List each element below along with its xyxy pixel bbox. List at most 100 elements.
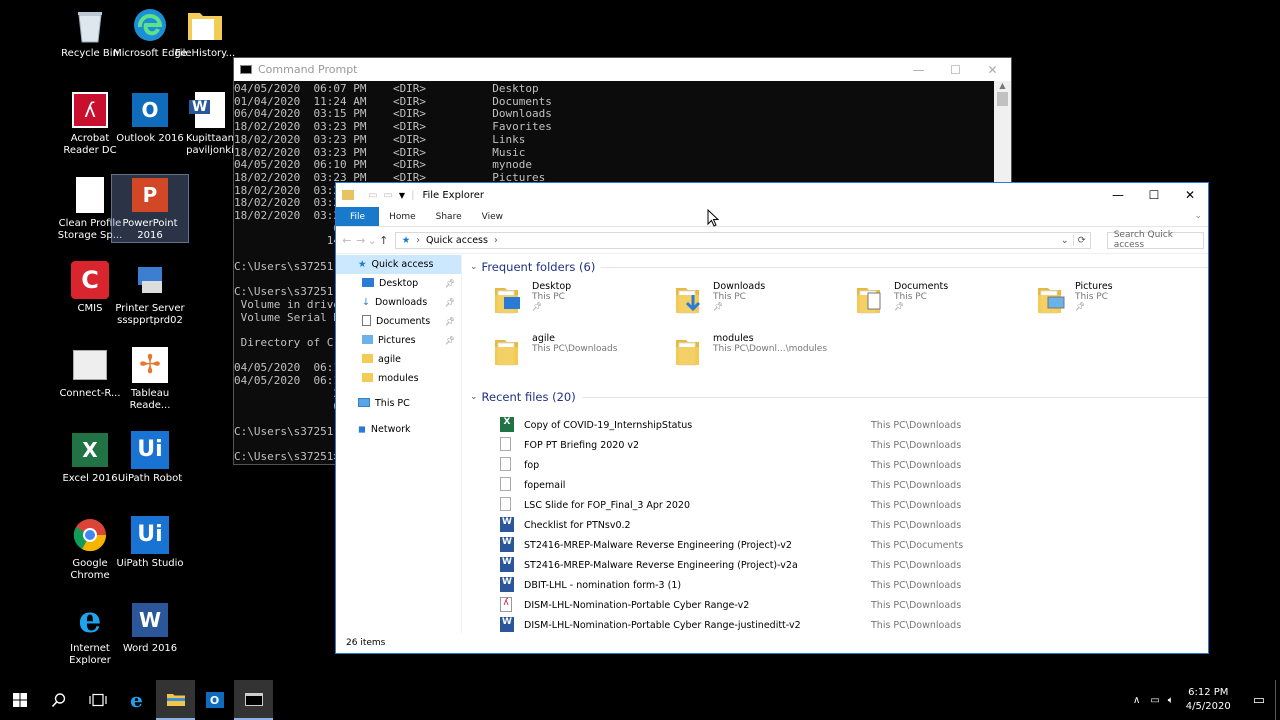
recent-file-row[interactable]: fopemail This PC\Downloads [464, 475, 1208, 495]
minimize-button[interactable]: — [900, 63, 937, 77]
nav-item-modules[interactable]: modules [336, 369, 461, 388]
refresh-icon[interactable]: ⟳ [1072, 234, 1090, 246]
breadcrumb[interactable]: Quick access [426, 235, 488, 246]
modules-icon [362, 372, 373, 385]
recent-file-row[interactable]: fop This PC\Downloads [464, 455, 1208, 475]
desktop-icon[interactable]: P PowerPoint 2016 [111, 174, 189, 243]
desktop-icon[interactable]: FileHistory... [167, 5, 243, 60]
file-location: This PC\Downloads [871, 619, 962, 631]
search-button[interactable] [39, 680, 78, 720]
recent-file-row[interactable]: LSC Slide for FOP_Final_3 Apr 2020 This P… [464, 495, 1208, 515]
desktop-icon[interactable]: Ui UiPath Studio [112, 515, 188, 570]
search-input[interactable]: Search Quick access [1106, 230, 1204, 250]
maximize-button[interactable]: ☐ [937, 63, 974, 77]
desktop-icon[interactable]: W Word 2016 [112, 600, 188, 655]
new-folder-icon[interactable]: ▭ [383, 190, 392, 201]
recent-files-header[interactable]: ⌄ Recent files (20) [464, 385, 1208, 409]
taskbar-command-prompt[interactable] [234, 680, 273, 720]
nav-item-network[interactable]: ◼ Network [336, 420, 461, 439]
folder-tile[interactable]: agile This PC\Downloads [494, 331, 675, 375]
recycle-bin-icon [70, 5, 110, 45]
recent-file-row[interactable]: W ST2416-MREP-Malware Reverse Engineering… [464, 555, 1208, 575]
tab-view[interactable]: View [472, 207, 513, 226]
folder-tile[interactable]: Documents This PC 📌︎ [856, 279, 1037, 323]
recent-file-row[interactable]: W DISM-LHL-Nomination-Portable Cyber Rang… [464, 615, 1208, 633]
address-bar[interactable]: ★ › Quick access › ⌄ ⟳ [394, 231, 1091, 249]
volume-icon[interactable]: 🔈︎ [1164, 695, 1178, 706]
cmd-titlebar[interactable]: Command Prompt — ☐ ✕ [234, 58, 1011, 81]
recent-locations-icon[interactable]: ⌄ [368, 234, 377, 247]
desktop-icon[interactable]: ✢ Tableau Reade... [112, 345, 188, 412]
folder-name: Pictures [1075, 281, 1113, 292]
recent-file-row[interactable]: W DBIT-LHL - nomination form-3 (1) This PC… [464, 575, 1208, 595]
frequent-folders-header[interactable]: ⌄ Frequent folders (6) [464, 255, 1208, 279]
up-icon[interactable]: ↑ [377, 234, 391, 247]
chevron-down-icon[interactable]: ⌄ [470, 392, 478, 402]
address-dropdown-icon[interactable]: ⌄ [1057, 235, 1073, 246]
chevron-down-icon[interactable]: ⌄ [470, 262, 478, 272]
taskbar-file-explorer[interactable] [156, 680, 195, 720]
properties-icon[interactable]: ▭ [368, 190, 377, 201]
chevron-up-icon[interactable]: ∧ [1127, 695, 1146, 706]
nav-item-pictures[interactable]: Pictures 📌︎ [336, 331, 461, 350]
folder-location: This PC\Downloads [532, 344, 618, 354]
folder-tile[interactable]: Downloads This PC 📌︎ [675, 279, 856, 323]
close-button[interactable]: ✕ [974, 63, 1011, 77]
pin-icon: 📌︎ [444, 317, 455, 326]
file-name: DISM-LHL-Nomination-Portable Cyber Range… [524, 599, 750, 611]
recent-file-row[interactable]: W ST2416-MREP-Malware Reverse Engineering… [464, 535, 1208, 555]
nav-item-label: This PC [375, 398, 410, 409]
search-icon [51, 693, 65, 708]
tab-file[interactable]: File [336, 207, 380, 226]
recent-file-row[interactable]: X Copy of COVID-19_InternshipStatus This P… [464, 415, 1208, 435]
file-name: ST2416-MREP-Malware Reverse Engineering … [524, 559, 798, 571]
file-name: Checklist for PTNsv0.2 [524, 519, 631, 531]
desktop-icon[interactable]: Ui UiPath Robot [112, 430, 188, 485]
folder-tile[interactable]: Desktop This PC 📌︎ [494, 279, 675, 323]
show-desktop-button[interactable] [1275, 680, 1280, 720]
folder-tile[interactable]: modules This PC\Downl...\modules [675, 331, 856, 375]
pin-icon: 📌︎ [894, 302, 905, 311]
desktop-icon [362, 277, 374, 290]
expand-ribbon-icon[interactable]: ⌄ [1188, 207, 1208, 226]
folder-icon [857, 288, 881, 314]
recent-file-row[interactable]: FOP PT Briefing 2020 v2 This PC\Downloads [464, 435, 1208, 455]
nav-item-label: Desktop [379, 278, 419, 289]
recent-file-row[interactable]: W Checklist for PTNsv0.2 This PC\Downloads [464, 515, 1208, 535]
tab-share[interactable]: Share [426, 207, 472, 226]
item-count: 26 items [346, 638, 386, 648]
word-file-icon: W [500, 617, 516, 633]
start-button[interactable] [0, 680, 39, 720]
maximize-button[interactable]: ☐ [1136, 183, 1172, 207]
minimize-button[interactable]: — [1100, 183, 1136, 207]
desktop-icon[interactable]: Printer Server ssspprtprd02 [112, 260, 188, 327]
this-pc-icon [358, 397, 370, 410]
back-icon[interactable]: ← [340, 234, 354, 247]
close-button[interactable]: ✕ [1172, 183, 1208, 207]
chevron-down-icon[interactable]: ▼ [399, 191, 405, 200]
taskbar-ie[interactable]: e [117, 680, 156, 720]
recent-files: X Copy of COVID-19_InternshipStatus This P… [464, 415, 1208, 633]
taskbar-outlook[interactable]: O [195, 680, 234, 720]
clock[interactable]: 6:12 PM 4/5/2020 [1186, 686, 1231, 714]
excel-file-icon: X [500, 417, 516, 433]
nav-item-quick-access[interactable]: ★ Quick access [336, 255, 461, 274]
forward-icon[interactable]: → [354, 234, 368, 247]
task-view-button[interactable] [78, 680, 117, 720]
notification-icon[interactable]: ▭ [1243, 693, 1275, 708]
nav-item-downloads[interactable]: ↓ Downloads 📌︎ [336, 293, 461, 312]
nav-item-this-pc[interactable]: This PC [336, 394, 461, 413]
nav-item-desktop[interactable]: Desktop 📌︎ [336, 274, 461, 293]
recent-file-row[interactable]: ʎ DISM-LHL-Nomination-Portable Cyber Rang… [464, 595, 1208, 615]
folder-tile[interactable]: Pictures This PC 📌︎ [1037, 279, 1208, 323]
explorer-titlebar[interactable]: ▭ ▭ ▼ | File Explorer — ☐ ✕ [336, 183, 1208, 207]
network-icon[interactable]: ▭ [1146, 695, 1163, 706]
cmd-title: Command Prompt [258, 63, 358, 76]
file-explorer-window[interactable]: ▭ ▭ ▼ | File Explorer — ☐ ✕ File Home Sh… [335, 182, 1209, 654]
word-doc-icon: W [189, 90, 230, 130]
file-name: DBIT-LHL - nomination form-3 (1) [524, 579, 682, 591]
word-file-icon: W [500, 517, 516, 533]
nav-item-documents[interactable]: Documents 📌︎ [336, 312, 461, 331]
tab-home[interactable]: Home [379, 207, 426, 226]
nav-item-agile[interactable]: agile [336, 350, 461, 369]
